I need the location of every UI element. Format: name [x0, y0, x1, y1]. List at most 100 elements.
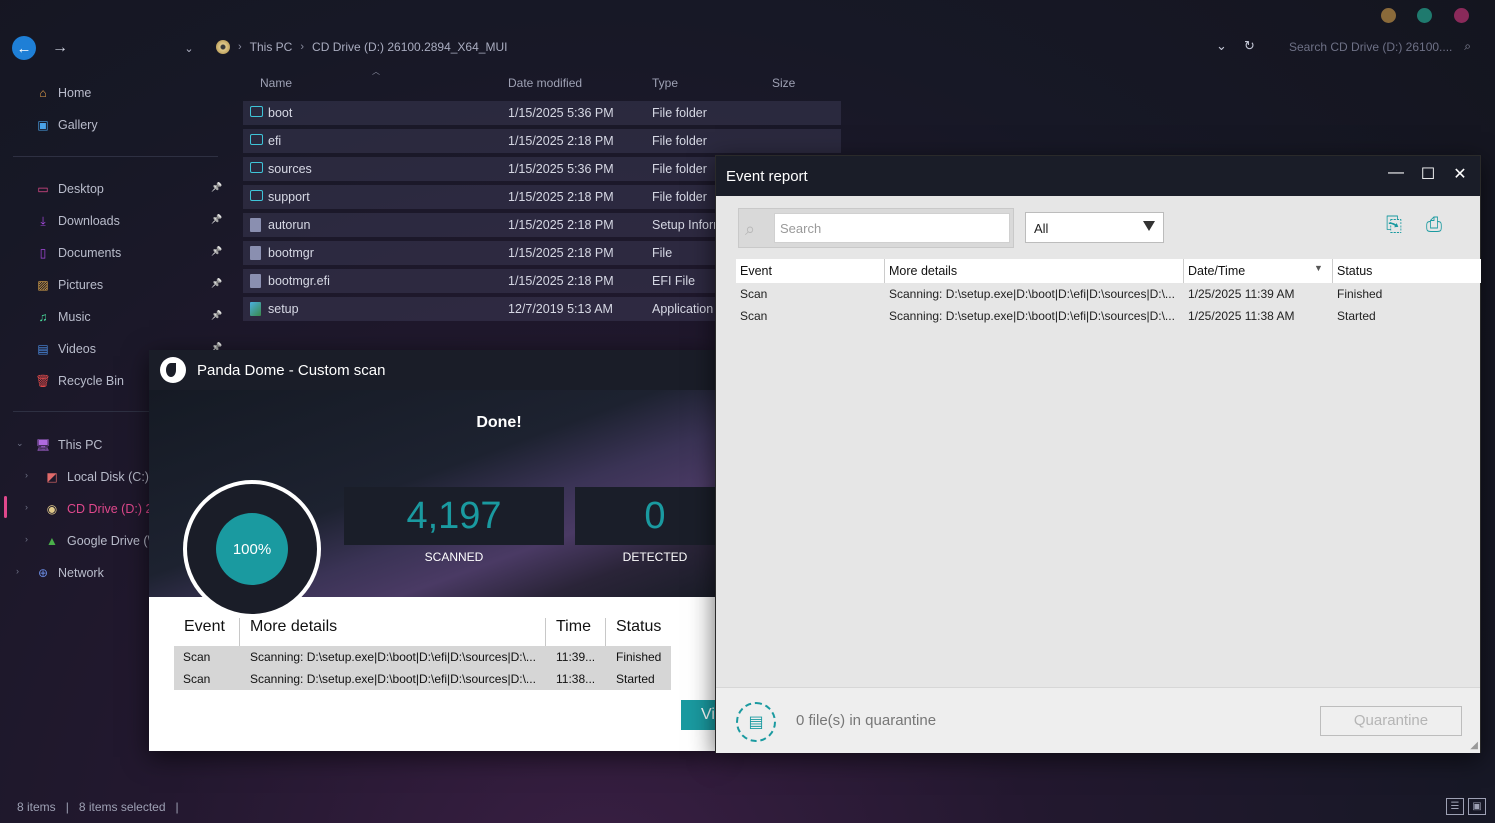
details-view-button[interactable]: ☰	[1446, 798, 1464, 815]
evt-col-datetime[interactable]: Date/Time	[1188, 264, 1245, 278]
cell-details: Scanning: D:\setup.exe|D:\boot|D:\efi|D:…	[889, 287, 1175, 301]
pictures-icon: ▨	[37, 278, 49, 292]
minimize-button[interactable]	[1381, 8, 1396, 23]
chevron-right-icon[interactable]: ›	[25, 534, 28, 544]
column-divider	[545, 618, 546, 646]
sidebar-item-documents[interactable]: ▯ Documents	[36, 242, 122, 264]
evt-col-details[interactable]: More details	[889, 264, 957, 278]
folder-icon	[250, 190, 263, 201]
file-name: support	[268, 190, 310, 204]
panda-title-bar: Panda Dome - Custom scan	[149, 350, 715, 390]
event-report-title: Event report	[726, 168, 808, 185]
sidebar-item-this-pc[interactable]: 🖥 This PC	[35, 434, 103, 456]
close-button[interactable]	[1454, 8, 1469, 23]
column-header-size[interactable]: Size	[772, 76, 795, 90]
table-row[interactable]: Scan Scanning: D:\setup.exe|D:\boot|D:\ef…	[736, 305, 1481, 327]
tiles-view-button[interactable]: ▣	[1468, 798, 1486, 815]
pin-icon[interactable]: 📌	[211, 214, 222, 225]
pin-icon[interactable]: 📌	[211, 246, 222, 257]
sidebar-item-home[interactable]: ⌂ Home	[36, 82, 91, 104]
file-name: autorun	[268, 218, 311, 232]
column-header-type[interactable]: Type	[652, 76, 678, 90]
event-table-header: Event More details Date/Time ▼ Status	[736, 259, 1481, 283]
panda-dome-window: Panda Dome - Custom scan Done! 4,197 0 S…	[149, 350, 715, 751]
chevron-right-icon[interactable]: ›	[16, 566, 19, 576]
divider: |	[175, 800, 179, 814]
sidebar-item-network[interactable]: ⊕ Network	[36, 562, 104, 584]
evt-col-event[interactable]: Event	[740, 264, 772, 278]
evt-col-status[interactable]: Status	[1337, 264, 1372, 278]
back-button[interactable]: ←	[12, 36, 36, 60]
pin-icon[interactable]: 📌	[211, 182, 222, 193]
search-input[interactable]: Search CD Drive (D:) 26100.... ⌕	[1283, 34, 1479, 60]
cell-status: Finished	[616, 650, 662, 664]
panda-logo-icon	[160, 357, 186, 383]
sidebar-item-label: This PC	[58, 438, 103, 452]
event-report-title-bar: Event report — ☐ ✕	[716, 156, 1480, 196]
column-header-name[interactable]: Name	[260, 76, 292, 90]
view-report-button[interactable]: Vi	[681, 700, 715, 730]
panda-col-event: Event	[184, 618, 225, 635]
panda-col-details: More details	[250, 618, 338, 635]
sidebar-item-videos[interactable]: ▤ Videos	[36, 338, 96, 360]
videos-icon: ▤	[37, 342, 49, 356]
maximize-button[interactable]	[1417, 8, 1432, 23]
sidebar-item-desktop[interactable]: ▭ Desktop	[36, 178, 104, 200]
panda-col-status: Status	[616, 618, 662, 635]
chevron-down-icon[interactable]: ⌄	[16, 438, 24, 449]
folder-icon	[250, 134, 263, 145]
sidebar-item-downloads[interactable]: ⤓ Downloads	[36, 210, 120, 232]
sidebar-item-pictures[interactable]: ▨ Pictures	[36, 274, 103, 296]
forward-button[interactable]: →	[50, 36, 70, 60]
recycle-bin-icon: 🗑	[35, 374, 51, 388]
file-date: 12/7/2019 5:13 AM	[508, 302, 613, 316]
close-icon[interactable]: ✕	[1448, 164, 1472, 184]
breadcrumb-cd-drive[interactable]: CD Drive (D:) 26100.2894_X64_MUI	[312, 40, 507, 54]
breadcrumb-this-pc[interactable]: This PC	[250, 40, 293, 54]
sort-descending-icon: ▼	[1314, 263, 1323, 273]
file-date: 1/15/2025 5:36 PM	[508, 106, 614, 120]
file-icon	[250, 218, 261, 232]
refresh-button[interactable]: ↻	[1244, 38, 1255, 54]
sidebar-item-recycle-bin[interactable]: 🗑 Recycle Bin	[35, 370, 124, 392]
quarantine-count: 0 file(s) in quarantine	[796, 712, 937, 729]
event-filter-select[interactable]: All	[1025, 212, 1164, 243]
column-divider	[605, 618, 606, 646]
resize-grip-icon[interactable]: ◢	[1470, 740, 1478, 751]
item-count: 8 items	[17, 800, 56, 814]
file-type: Application	[652, 302, 714, 316]
column-header-date[interactable]: Date modified	[508, 76, 582, 90]
sidebar-item-gallery[interactable]: ▣ Gallery	[36, 114, 97, 136]
documents-icon: ▯	[39, 246, 47, 260]
export-icon[interactable]: ⎘	[1378, 214, 1410, 242]
sidebar-item-label: Documents	[58, 246, 122, 260]
sidebar-item-music[interactable]: ♫ Music	[36, 306, 91, 328]
sidebar-item-local-disk-c[interactable]: ◩ Local Disk (C:)	[45, 466, 149, 488]
pin-icon[interactable]: 📌	[211, 310, 222, 321]
divider	[13, 156, 218, 157]
pin-icon[interactable]: 📌	[211, 278, 222, 289]
cell-time: 11:38...	[556, 672, 596, 686]
search-placeholder: Search CD Drive (D:) 26100....	[1289, 40, 1453, 54]
recent-locations-button[interactable]: ⌄	[180, 38, 198, 58]
event-search-input[interactable]: Search	[774, 213, 1010, 243]
sidebar-item-cd-drive-d-26[interactable]: ◉ CD Drive (D:) 26	[45, 498, 160, 520]
file-row[interactable]: boot 1/15/2025 5:36 PM File folder	[243, 101, 841, 125]
table-row[interactable]: Scan Scanning: D:\setup.exe|D:\boot|D:\ef…	[174, 646, 671, 668]
quarantine-footer: ▤ 0 file(s) in quarantine Quarantine ◢	[716, 687, 1480, 753]
minimize-icon[interactable]: —	[1384, 164, 1408, 182]
sidebar-item-google-drive[interactable]: ▲ Google Drive (\\	[45, 530, 154, 552]
file-row[interactable]: efi 1/15/2025 2:18 PM File folder	[243, 129, 841, 153]
address-dropdown-button[interactable]: ⌄	[1216, 38, 1227, 54]
file-type: File folder	[652, 190, 707, 204]
maximize-icon[interactable]: ☐	[1416, 164, 1440, 184]
quarantine-button[interactable]: Quarantine	[1320, 706, 1462, 736]
table-row[interactable]: Scan Scanning: D:\setup.exe|D:\boot|D:\ef…	[174, 668, 671, 690]
table-row[interactable]: Scan Scanning: D:\setup.exe|D:\boot|D:\ef…	[736, 283, 1481, 305]
chevron-right-icon[interactable]: ›	[25, 502, 28, 512]
chevron-right-icon[interactable]: ›	[25, 470, 28, 480]
file-type: File folder	[652, 134, 707, 148]
file-date: 1/15/2025 2:18 PM	[508, 274, 614, 288]
print-icon[interactable]: ⎙	[1418, 214, 1450, 242]
event-filter-value: All	[1034, 221, 1049, 236]
